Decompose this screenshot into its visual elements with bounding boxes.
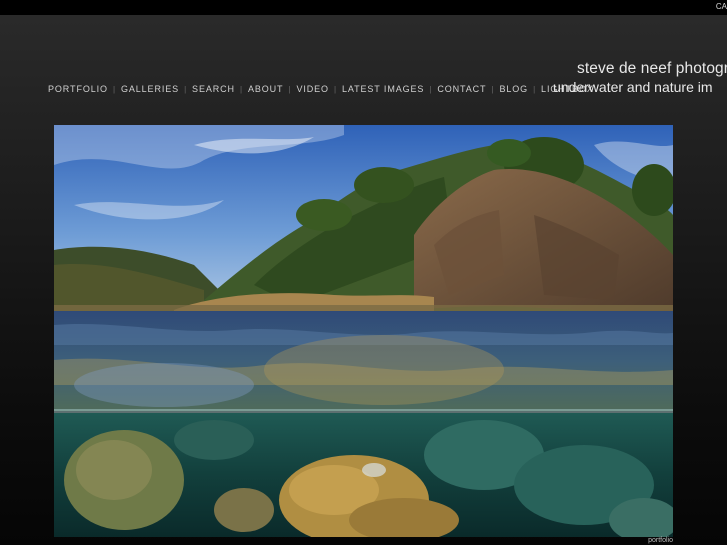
- nav-separator: |: [429, 84, 433, 94]
- nav-item-contact[interactable]: CONTACT: [437, 84, 486, 94]
- nav-item-galleries[interactable]: GALLERIES: [121, 84, 179, 94]
- site-subtitle: underwater and nature im: [553, 79, 713, 95]
- nav-item-latest-images[interactable]: LATEST IMAGES: [342, 84, 424, 94]
- nav-item-portfolio[interactable]: PORTFOLIO: [48, 84, 108, 94]
- nav-item-about[interactable]: ABOUT: [248, 84, 284, 94]
- nav-item-video[interactable]: VIDEO: [296, 84, 329, 94]
- split-level-reef-photo: [54, 125, 673, 537]
- nav-separator: |: [333, 84, 337, 94]
- featured-photo[interactable]: [54, 125, 673, 537]
- top-bar: CA: [0, 0, 727, 16]
- topbar-link[interactable]: CA: [716, 2, 727, 11]
- site-title[interactable]: steve de neef photogr: [577, 60, 727, 78]
- nav-separator: |: [533, 84, 537, 94]
- nav-item-blog[interactable]: BLOG: [499, 84, 528, 94]
- nav-item-search[interactable]: SEARCH: [192, 84, 235, 94]
- nav-separator: |: [112, 84, 116, 94]
- nav-separator: |: [239, 84, 243, 94]
- nav-separator: |: [288, 84, 292, 94]
- photo-caption: portfolio: [648, 537, 673, 544]
- main-navigation: PORTFOLIO | GALLERIES | SEARCH | ABOUT |…: [48, 84, 594, 94]
- nav-separator: |: [491, 84, 495, 94]
- nav-separator: |: [184, 84, 188, 94]
